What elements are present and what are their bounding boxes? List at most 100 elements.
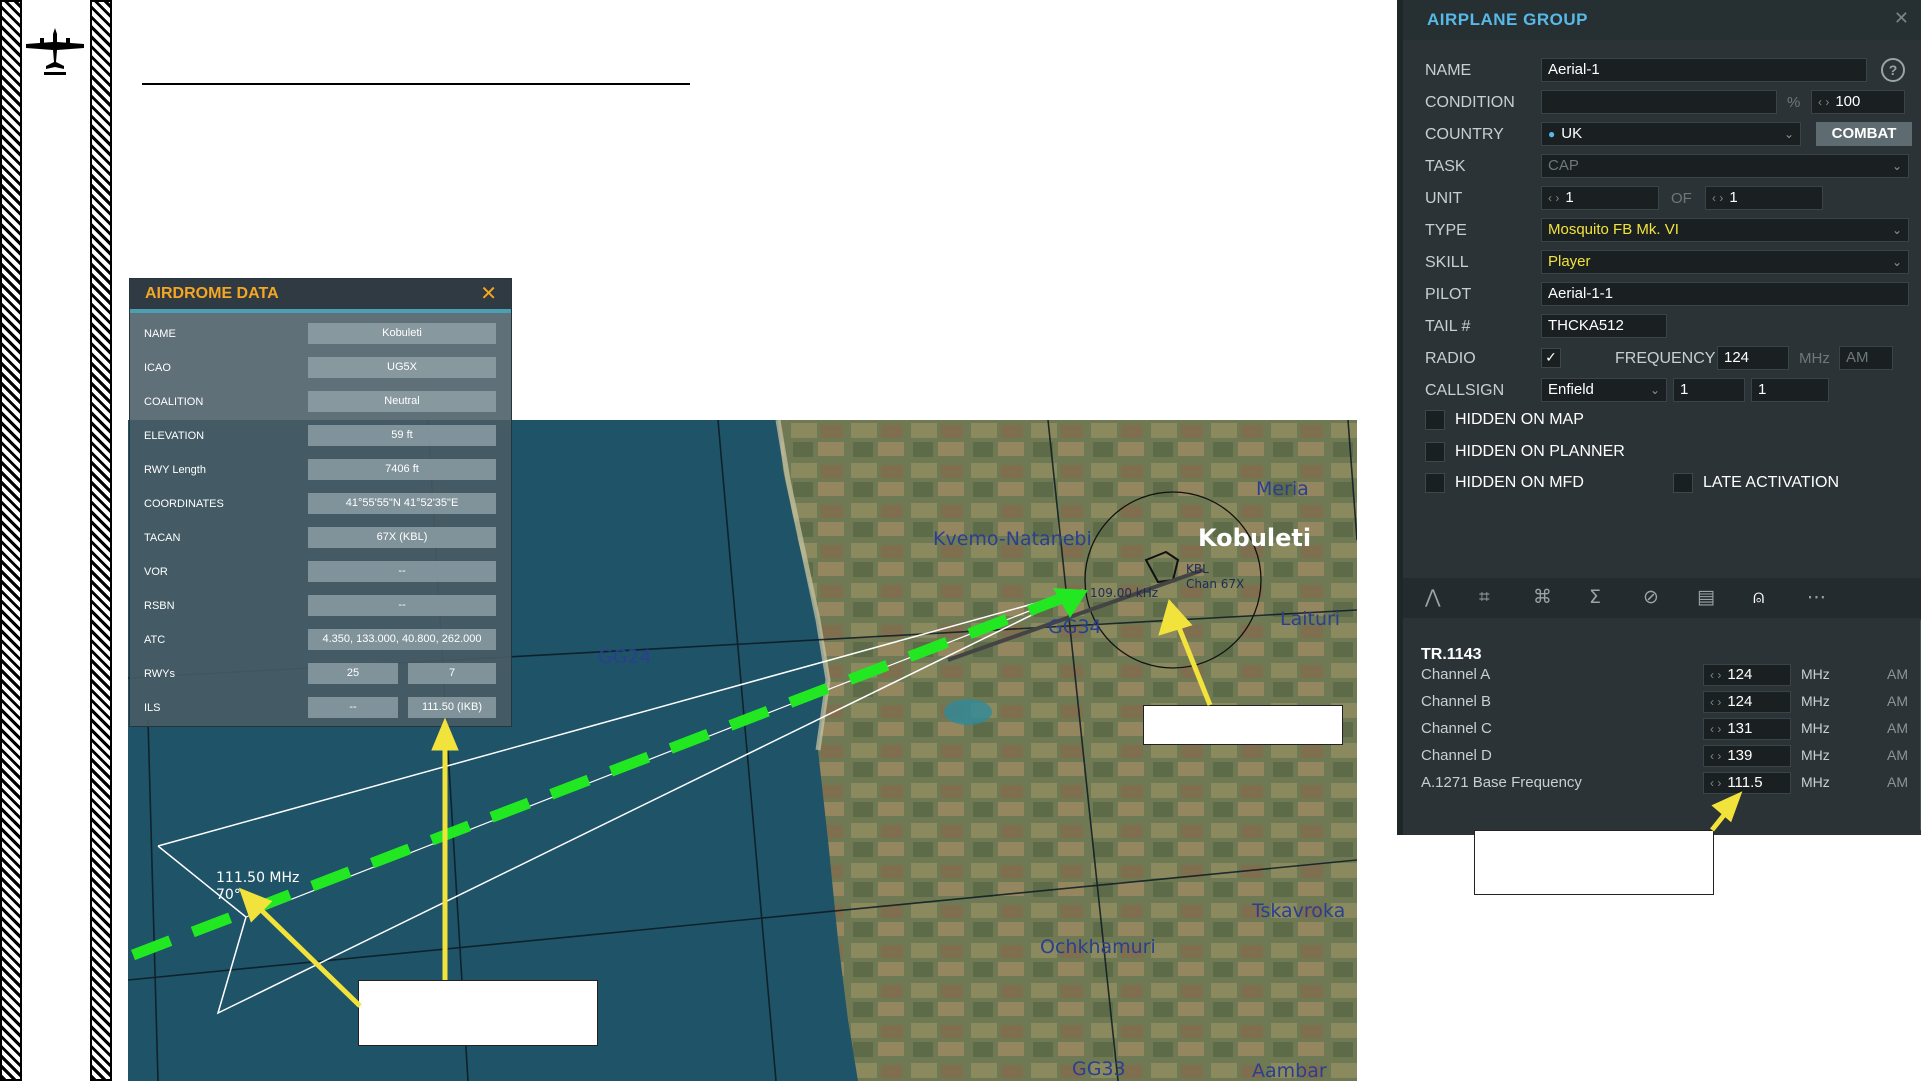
radio-checkbox[interactable]: ✓ (1541, 348, 1561, 368)
late-activation-label: LATE ACTIVATION (1703, 474, 1840, 491)
late-activation-checkbox[interactable] (1673, 473, 1693, 493)
condition-field[interactable]: ‹ › 100 (1811, 90, 1905, 114)
airdrome-data-panel: AIRDROME DATA ✕ NAME Kobuleti ICAO UG5X CO… (130, 279, 511, 726)
tail-row: TAIL # THCKA512 (1403, 312, 1921, 340)
left-hatch-bar (0, 0, 22, 1081)
type-select[interactable]: Mosquito FB Mk. VI ⌄ (1541, 218, 1909, 242)
channel-row-c: Channel C ‹ › 131 MHz AM (1403, 716, 1921, 742)
airdrome-panel-header[interactable]: AIRDROME DATA ✕ (130, 279, 511, 313)
pilot-row: PILOT Aerial-1-1 (1403, 280, 1921, 308)
skill-select[interactable]: Player ⌄ (1541, 250, 1909, 274)
stepper-icon[interactable]: ‹ › (1710, 695, 1721, 709)
country-select[interactable]: ● UK ⌄ (1541, 122, 1801, 146)
hidden-on-planner-label: HIDDEN ON PLANNER (1455, 443, 1625, 460)
help-icon[interactable]: ? (1881, 58, 1905, 82)
camera-icon[interactable]: ▤ (1697, 586, 1715, 608)
close-icon[interactable]: ✕ (1894, 8, 1909, 29)
map-label-laituri: Laituri (1280, 608, 1341, 630)
name-row: NAME Aerial-1 ? (1403, 56, 1921, 84)
channel-a-field[interactable]: ‹ › 124 (1703, 664, 1791, 686)
task-row: TASK CAP ⌄ (1403, 152, 1921, 180)
country-row: COUNTRY ● UK ⌄ COMBAT (1403, 120, 1921, 148)
hidden-on-planner-checkbox[interactable] (1425, 442, 1445, 462)
right-hatch-bar (90, 0, 112, 1081)
land (778, 420, 1357, 1081)
close-icon[interactable]: ✕ (480, 281, 497, 305)
airdrome-row-vor: VOR -- (130, 559, 511, 585)
unit-total-field[interactable]: ‹ › 1 (1705, 186, 1823, 210)
channel-d-field[interactable]: ‹ › 139 (1703, 745, 1791, 767)
chevron-down-icon: ⌄ (1891, 255, 1902, 269)
airdrome-row-tacan: TACAN 67X (KBL) (130, 525, 511, 551)
modulation-select[interactable]: AM (1839, 346, 1893, 370)
map-label-kobuleti: Kobuleti (1198, 524, 1312, 552)
combat-button[interactable]: COMBAT (1816, 122, 1912, 146)
callsign-select[interactable]: Enfield ⌄ (1541, 378, 1667, 402)
airplane-icon (26, 28, 84, 75)
airdrome-row-rsbn: RSBN -- (130, 593, 511, 619)
map-label-chan: Chan 67X (1186, 577, 1245, 591)
failures-icon[interactable]: ⊘ (1643, 586, 1659, 608)
more-icon[interactable]: ⋯ (1807, 586, 1826, 608)
callout-box-airfield (1143, 705, 1343, 745)
map-label-ils-freq: 111.50 MHz (216, 870, 300, 886)
stepper-icon[interactable]: ‹ › (1710, 668, 1721, 682)
channel-row-d: Channel D ‹ › 139 MHz AM (1403, 743, 1921, 769)
stepper-icon[interactable]: ‹ › (1712, 191, 1723, 205)
airdrome-row-elevation: ELEVATION 59 ft (130, 423, 511, 449)
map-label-kbl: KBL (1186, 562, 1209, 576)
map-label-freq-near: 109.00 kHz (1090, 586, 1159, 600)
map-label-tskavroka: Tskavroka (1252, 900, 1346, 922)
country-flag-icon: ● (1548, 127, 1556, 141)
group-panel-title: AIRPLANE GROUP (1427, 10, 1588, 29)
hidden-on-mfd-checkbox[interactable] (1425, 473, 1445, 493)
stepper-icon[interactable]: ‹ › (1710, 722, 1721, 736)
channel-b-field[interactable]: ‹ › 124 (1703, 691, 1791, 713)
channel-c-field[interactable]: ‹ › 131 (1703, 718, 1791, 740)
airdrome-row-rwys: RWYs 25 7 (130, 661, 511, 687)
pilot-field[interactable]: Aerial-1-1 (1541, 282, 1909, 306)
tail-number-field[interactable]: THCKA512 (1541, 314, 1667, 338)
base-frequency-field[interactable]: ‹ › 111.5 (1703, 772, 1791, 794)
radio-icon[interactable]: ⍝ (1753, 586, 1764, 608)
callout-box-ils (358, 980, 598, 1046)
airplane-group-panel: AIRPLANE GROUP ✕ NAME Aerial-1 ? CONDITI… (1397, 0, 1921, 835)
hidden-on-map-checkbox[interactable] (1425, 410, 1445, 430)
airdrome-row-coalition: COALITION Neutral (130, 389, 511, 415)
condition-slider[interactable] (1541, 90, 1777, 114)
channel-row-b: Channel B ‹ › 124 MHz AM (1403, 689, 1921, 715)
airdrome-panel-title: AIRDROME DATA (145, 285, 279, 302)
name-field[interactable]: Aerial-1 (1541, 58, 1867, 82)
group-panel-header[interactable]: AIRPLANE GROUP ✕ (1403, 0, 1921, 40)
map-label-gg34: GG34 (1048, 616, 1102, 638)
unit-row: UNIT ‹ › 1 OF ‹ › 1 (1403, 184, 1921, 212)
title-underline (142, 83, 690, 85)
frequency-field[interactable]: 124 (1717, 346, 1789, 370)
route-icon[interactable]: ⋀ (1425, 586, 1441, 608)
stepper-icon[interactable]: ‹ › (1710, 776, 1721, 790)
summary-icon[interactable]: Σ (1589, 586, 1601, 608)
callsign-number-1[interactable]: 1 (1673, 378, 1745, 402)
callout-box-base-frequency (1474, 830, 1714, 895)
channel-row-base: A.1271 Base Frequency ‹ › 111.5 MHz AM (1403, 770, 1921, 796)
chevron-down-icon: ⌄ (1891, 159, 1902, 173)
airdrome-row-icao: ICAO UG5X (130, 355, 511, 381)
task-select[interactable]: CAP ⌄ (1541, 154, 1909, 178)
hidden-on-mfd-label: HIDDEN ON MFD (1455, 474, 1584, 491)
stepper-icon[interactable]: ‹ › (1818, 95, 1829, 109)
map-label-gg33: GG33 (1072, 1058, 1126, 1080)
channel-row-a: Channel A ‹ › 124 MHz AM (1403, 662, 1921, 688)
type-row: TYPE Mosquito FB Mk. VI ⌄ (1403, 216, 1921, 244)
stepper-icon[interactable]: ‹ › (1710, 749, 1721, 763)
group-tab-bar: ⋀ ⌗ ⌘ Σ ⊘ ▤ ⍝ ⋯ (1403, 578, 1921, 618)
chevron-down-icon: ⌄ (1891, 223, 1902, 237)
radio-row: RADIO ✓ FREQUENCY 124 MHz AM (1403, 344, 1921, 372)
chevron-down-icon: ⌄ (1783, 127, 1794, 141)
stepper-icon[interactable]: ‹ › (1548, 191, 1559, 205)
payload-icon[interactable]: ⌘ (1533, 586, 1552, 608)
airdrome-row-name: NAME Kobuleti (130, 321, 511, 347)
target-icon[interactable]: ⌗ (1479, 586, 1490, 608)
chevron-down-icon: ⌄ (1649, 383, 1660, 397)
unit-field[interactable]: ‹ › 1 (1541, 186, 1659, 210)
callsign-number-2[interactable]: 1 (1751, 378, 1829, 402)
